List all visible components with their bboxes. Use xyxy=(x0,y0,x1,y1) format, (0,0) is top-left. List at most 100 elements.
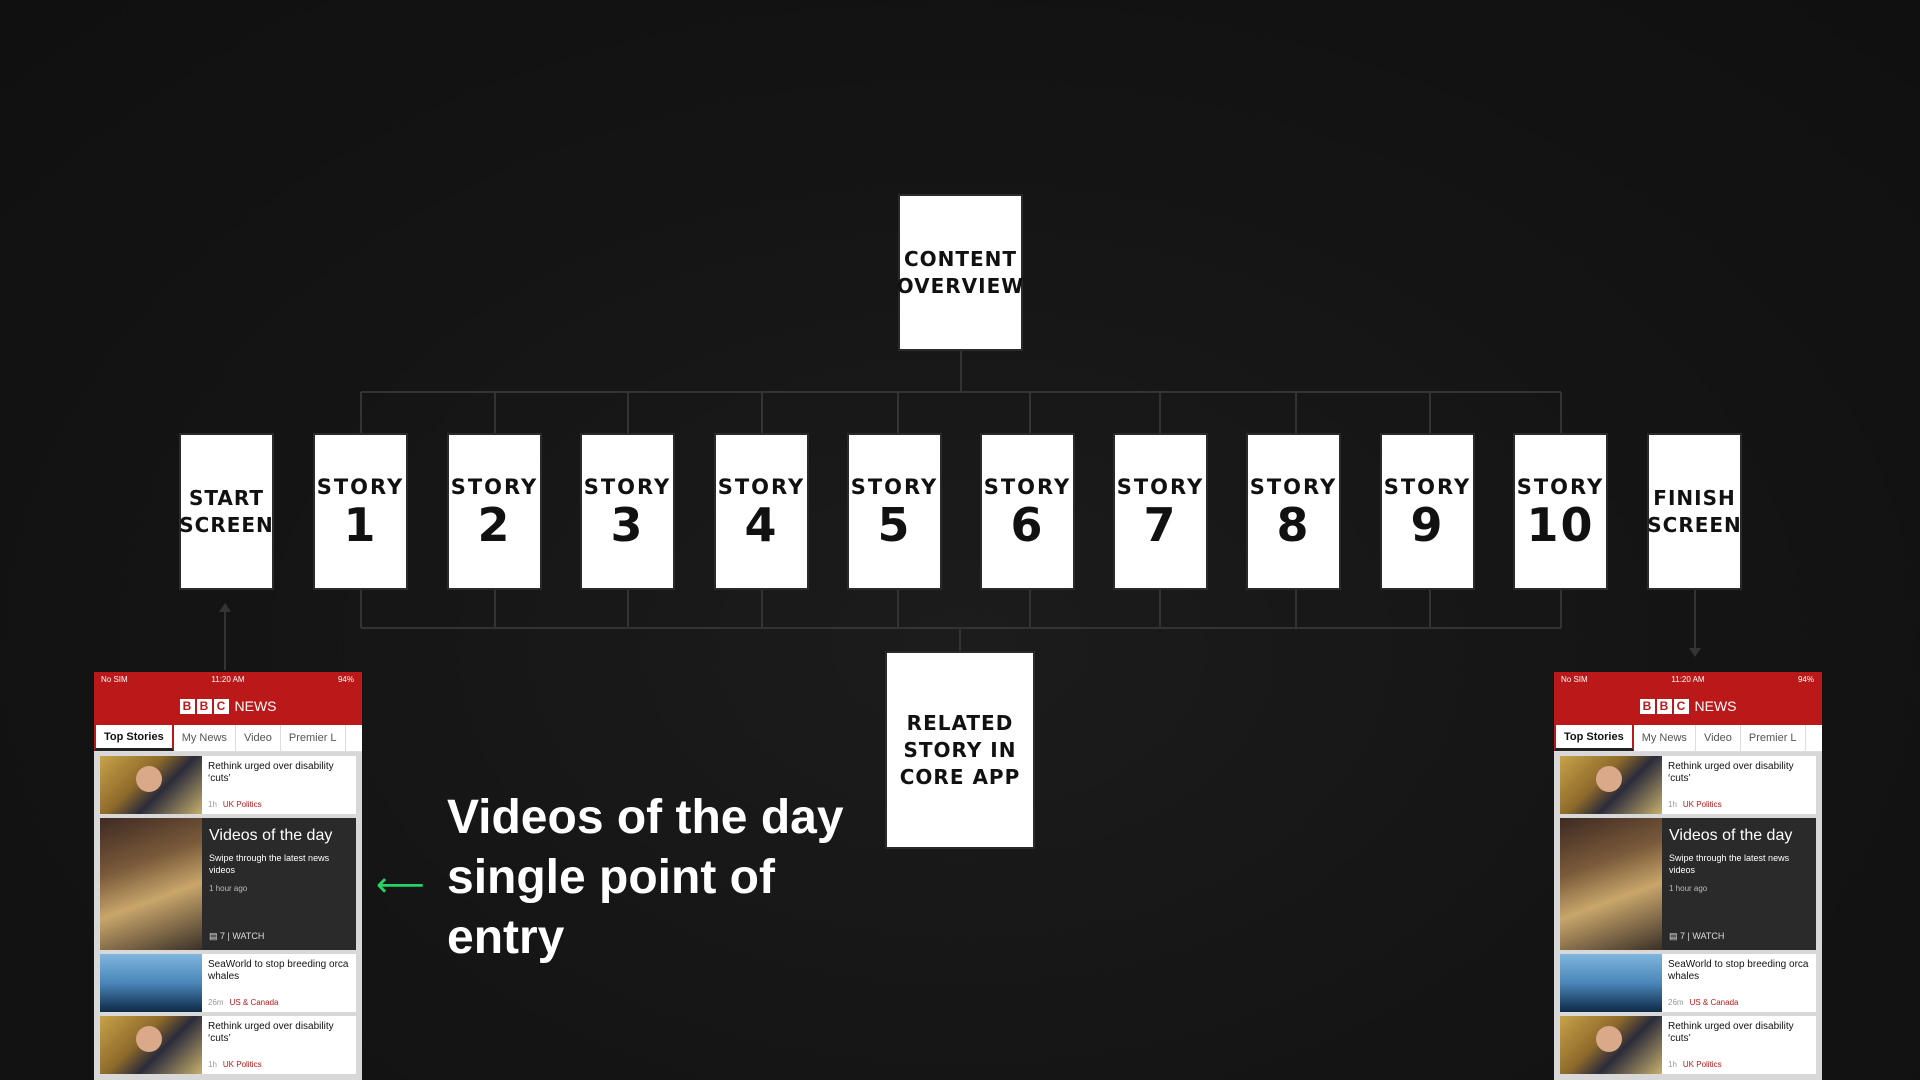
tab-my-news[interactable]: My News xyxy=(174,725,236,751)
item-title: Rethink urged over disability ‘cuts’ xyxy=(1668,761,1794,784)
tab-bar: Top Stories My News Video Premier L xyxy=(94,725,362,752)
brand-letter: B xyxy=(1639,698,1655,714)
watch-label: WATCH xyxy=(1692,931,1725,941)
story-node-3: STORY 3 xyxy=(580,433,675,590)
item-section: UK Politics xyxy=(222,800,262,809)
story-list: Rethink urged over disability ‘cuts’ 1h U… xyxy=(1554,752,1822,1080)
brand-word: NEWS xyxy=(1694,698,1737,714)
status-bar: No SIM 11:20 AM 94% xyxy=(94,672,362,687)
list-item[interactable]: Rethink urged over disability ‘cuts’ 1h U… xyxy=(100,756,356,814)
list-item[interactable]: Rethink urged over disability ‘cuts’ 1h U… xyxy=(1560,1016,1816,1074)
story-label: STORY xyxy=(450,475,539,499)
list-item[interactable]: SeaWorld to stop breeding orca whales 26… xyxy=(1560,954,1816,1012)
thumbnail xyxy=(1560,954,1662,1012)
tab-top-stories[interactable]: Top Stories xyxy=(1554,725,1634,751)
item-age: 26m xyxy=(1668,998,1684,1007)
item-age: 1h xyxy=(208,800,217,809)
item-age: 26m xyxy=(208,998,224,1007)
story-number: 1 xyxy=(343,498,378,552)
item-section: UK Politics xyxy=(1682,1060,1722,1069)
item-age: 1h xyxy=(208,1060,217,1069)
list-item[interactable]: Rethink urged over disability ‘cuts’ 1h U… xyxy=(100,1016,356,1074)
thumbnail xyxy=(1560,1016,1662,1074)
story-number: 8 xyxy=(1276,498,1311,552)
story-label: STORY xyxy=(1116,475,1205,499)
content-overview-label-1: CONTENT xyxy=(903,246,1018,271)
story-list: Rethink urged over disability ‘cuts’ 1h U… xyxy=(94,752,362,1080)
tab-video[interactable]: Video xyxy=(1696,725,1741,751)
feature-age: 1 hour ago xyxy=(1669,884,1708,893)
video-stack-icon: ▤ xyxy=(209,931,221,941)
tab-premier[interactable]: Premier L xyxy=(1741,725,1806,751)
video-stack-icon: ▤ xyxy=(1669,931,1681,941)
battery-text: 94% xyxy=(337,675,354,684)
watch-label: WATCH xyxy=(232,931,265,941)
brand-letter: B xyxy=(1656,698,1672,714)
brand-header: B B C NEWS xyxy=(94,687,362,725)
tab-video[interactable]: Video xyxy=(236,725,281,751)
story-number: 10 xyxy=(1526,498,1595,552)
start-screen-label-2: SCREEN xyxy=(179,512,274,537)
battery-text: 94% xyxy=(1797,675,1814,684)
tab-my-news[interactable]: My News xyxy=(1634,725,1696,751)
phone-screenshot-right: No SIM 11:20 AM 94% B B C NEWS Top Stori… xyxy=(1554,672,1822,1080)
related-label-2: STORY IN xyxy=(903,737,1017,762)
content-overview-node: CONTENT OVERVIEW xyxy=(896,194,1025,351)
feature-watch: ▤ 7 | WATCH xyxy=(209,931,265,941)
feature-count: 7 xyxy=(220,931,226,941)
brand-letter: C xyxy=(213,698,229,714)
story-node-5: STORY 5 xyxy=(847,433,942,590)
time-text: 11:20 AM xyxy=(1671,675,1705,684)
time-text: 11:20 AM xyxy=(211,675,245,684)
thumbnail xyxy=(100,954,202,1012)
item-title: Rethink urged over disability ‘cuts’ xyxy=(208,761,334,784)
status-bar: No SIM 11:20 AM 94% xyxy=(1554,672,1822,687)
feature-subtitle: Swipe through the latest news videos xyxy=(209,853,330,875)
brand-word: NEWS xyxy=(234,698,277,714)
videos-of-the-day-card[interactable]: Videos of the day Swipe through the late… xyxy=(1560,818,1816,950)
item-age: 1h xyxy=(1668,1060,1677,1069)
item-section: US & Canada xyxy=(1689,998,1739,1007)
tab-top-stories[interactable]: Top Stories xyxy=(94,725,174,751)
finish-screen-node: FINISH SCREEN xyxy=(1647,433,1742,590)
finish-arrow-head xyxy=(1689,648,1701,657)
videos-of-the-day-card[interactable]: Videos of the day Swipe through the late… xyxy=(100,818,356,950)
story-number: 2 xyxy=(477,498,512,552)
story-node-7: STORY 7 xyxy=(1113,433,1208,590)
item-title: SeaWorld to stop breeding orca whales xyxy=(1668,959,1809,982)
story-node-1: STORY 1 xyxy=(313,433,408,590)
tab-premier[interactable]: Premier L xyxy=(281,725,346,751)
list-item[interactable]: Rethink urged over disability ‘cuts’ 1h U… xyxy=(1560,756,1816,814)
story-label: STORY xyxy=(1383,475,1472,499)
related-label-3: CORE APP xyxy=(899,764,1021,789)
left-arrow-icon: ⟵ xyxy=(376,865,425,905)
story-label: STORY xyxy=(717,475,806,499)
item-section: UK Politics xyxy=(1682,800,1722,809)
brand-header: B B C NEWS xyxy=(1554,687,1822,725)
content-overview-label-2: OVERVIEW xyxy=(896,273,1025,298)
story-label: STORY xyxy=(583,475,672,499)
feature-age: 1 hour ago xyxy=(209,884,248,893)
feature-watch: ▤ 7 | WATCH xyxy=(1669,931,1725,941)
story-label: STORY xyxy=(1249,475,1338,499)
story-node-8: STORY 8 xyxy=(1246,433,1341,590)
list-item[interactable]: SeaWorld to stop breeding orca whales 26… xyxy=(100,954,356,1012)
story-node-2: STORY 2 xyxy=(447,433,542,590)
story-node-10: STORY 10 xyxy=(1513,433,1608,590)
feature-image xyxy=(100,818,202,950)
start-screen-label-1: START xyxy=(188,485,265,510)
tab-bar: Top Stories My News Video Premier L xyxy=(1554,725,1822,752)
thumbnail xyxy=(100,756,202,814)
item-title: Rethink urged over disability ‘cuts’ xyxy=(208,1021,334,1044)
story-number: 6 xyxy=(1010,498,1045,552)
feature-subtitle: Swipe through the latest news videos xyxy=(1669,853,1790,875)
feature-title: Videos of the day xyxy=(1669,827,1793,844)
annotation-headline: Videos of the day single point of entry xyxy=(447,791,844,964)
finish-screen-label-1: FINISH xyxy=(1653,485,1736,510)
item-section: UK Politics xyxy=(222,1060,262,1069)
feature-title: Videos of the day xyxy=(209,827,333,844)
start-arrow-head xyxy=(219,603,231,612)
story-number: 5 xyxy=(877,498,912,552)
story-node-6: STORY 6 xyxy=(980,433,1075,590)
story-node-9: STORY 9 xyxy=(1380,433,1475,590)
